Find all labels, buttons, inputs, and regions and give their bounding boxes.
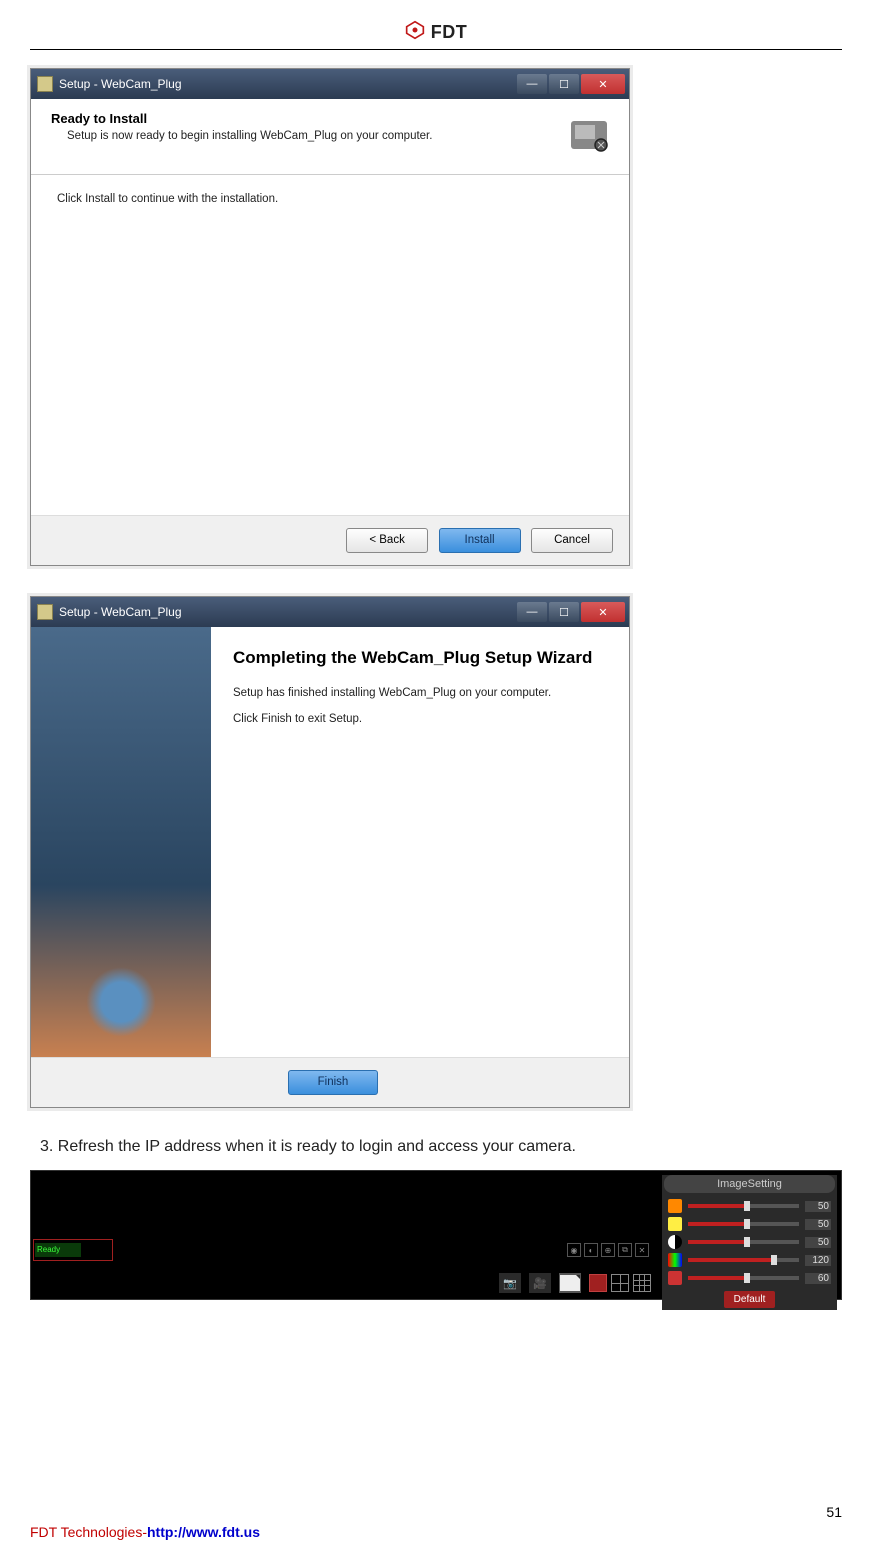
status-icon: ◉ [567,1243,581,1257]
wizard-complete-text2: Click Finish to exit Setup. [233,713,607,725]
maximize-button[interactable]: ☐ [549,74,579,94]
window-title: Setup - WebCam_Plug [59,605,517,619]
status-icon: ⊕ [601,1243,615,1257]
dialog-subheading: Setup is now ready to begin installing W… [51,130,432,142]
saturation-icon [668,1253,682,1267]
saturation-slider[interactable] [688,1258,799,1262]
record-button[interactable]: 🎥 [529,1273,551,1293]
titlebar: Setup - WebCam_Plug — ☐ ✕ [31,597,629,627]
maximize-button[interactable]: ☐ [549,602,579,622]
dialog-heading: Ready to Install [51,111,432,126]
contrast-icon [668,1235,682,1249]
minimize-button[interactable]: — [517,74,547,94]
page-number: 51 [826,1504,842,1520]
sharpness-value: 60 [805,1273,831,1284]
ready-status: Ready [35,1243,81,1257]
step-3-text: 3. Refresh the IP address when it is rea… [40,1138,842,1156]
window-title: Setup - WebCam_Plug [59,77,517,91]
brightness-slider-row: 50 [662,1215,837,1233]
installer-icon [37,604,53,620]
button-row: < Back Install Cancel [31,515,629,565]
layout-4-button[interactable] [611,1274,629,1292]
installer-icon [37,76,53,92]
disk-icon [565,111,613,164]
saturation-value: 120 [805,1255,831,1266]
back-button[interactable]: < Back [346,528,428,553]
sharpness-slider[interactable] [688,1276,799,1280]
minimize-button[interactable]: — [517,602,547,622]
contrast-slider[interactable] [688,1240,799,1244]
titlebar: Setup - WebCam_Plug — ☐ ✕ [31,69,629,99]
cancel-button[interactable]: Cancel [531,528,613,553]
status-icon: ◐ [584,1243,598,1257]
status-icon: ✕ [635,1243,649,1257]
install-button[interactable]: Install [439,528,521,553]
wizard-side-graphic [31,627,211,1057]
dialog-body-text: Click Install to continue with the insta… [57,193,603,205]
sharpness-icon [668,1271,682,1285]
fdt-logo-icon [405,20,425,45]
sharpness-slider-row: 60 [662,1269,837,1287]
stream-status-icons: ◉ ◐ ⊕ ⧉ ✕ [567,1243,649,1257]
wizard-complete-heading: Completing the WebCam_Plug Setup Wizard [233,647,607,669]
page-header: FDT [30,20,842,50]
wizard-complete-text1: Setup has finished installing WebCam_Plu… [233,687,607,699]
install-dialog-ready: Setup - WebCam_Plug — ☐ ✕ Ready to Insta… [30,68,630,566]
hue-icon [668,1199,682,1213]
contrast-value: 50 [805,1237,831,1248]
hue-value: 50 [805,1201,831,1212]
camera-web-ui: Ready ◉ ◐ ⊕ ⧉ ✕ 📷 🎥 ImageSetting 50 [30,1170,842,1300]
close-button[interactable]: ✕ [581,602,625,622]
sdcard-button[interactable] [559,1273,581,1293]
layout-1-button[interactable] [589,1274,607,1292]
saturation-slider-row: 120 [662,1251,837,1269]
footer-company: FDT Technologies- [30,1524,147,1540]
footer-url[interactable]: http://www.fdt.us [147,1524,260,1540]
brightness-slider[interactable] [688,1222,799,1226]
layout-9-button[interactable] [633,1274,651,1292]
button-row: Finish [31,1057,629,1107]
hue-slider-row: 50 [662,1197,837,1215]
brand-text: FDT [431,22,468,43]
status-icon: ⧉ [618,1243,632,1257]
finish-button[interactable]: Finish [288,1070,378,1095]
camera-icon: 📷 [503,1277,517,1290]
hue-slider[interactable] [688,1204,799,1208]
default-button[interactable]: Default [724,1291,776,1308]
brightness-icon [668,1217,682,1231]
close-button[interactable]: ✕ [581,74,625,94]
snapshot-button[interactable]: 📷 [499,1273,521,1293]
brightness-value: 50 [805,1219,831,1230]
image-setting-panel: ImageSetting 50 50 50 120 [662,1175,837,1310]
install-dialog-complete: Setup - WebCam_Plug — ☐ ✕ Completing the… [30,596,630,1108]
sdcard-icon [560,1275,580,1291]
video-icon: 🎥 [533,1277,547,1290]
panel-title: ImageSetting [664,1175,835,1193]
contrast-slider-row: 50 [662,1233,837,1251]
page-footer: 51 FDT Technologies-http://www.fdt.us [30,1524,842,1540]
